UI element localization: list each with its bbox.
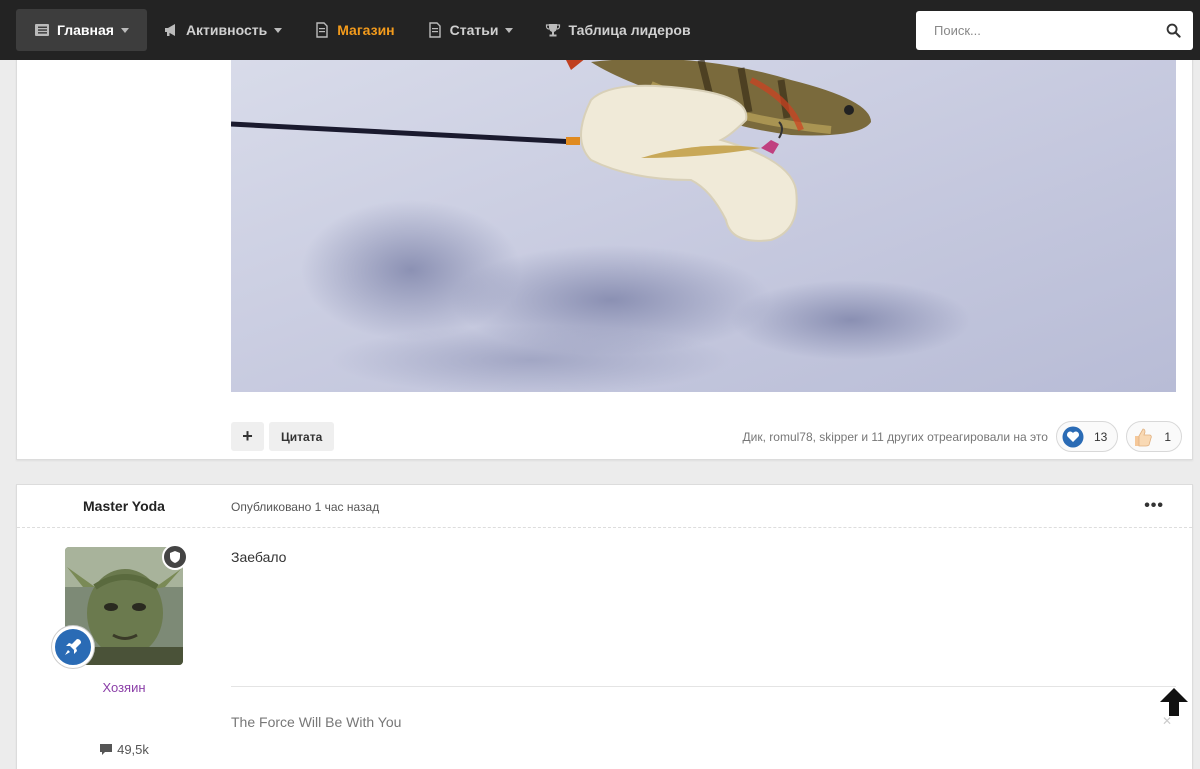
post-menu-button[interactable]: ••• (1144, 497, 1164, 515)
post-card: Master Yoda Опубликовано 1 час назад •••… (16, 484, 1193, 769)
scroll-to-top-arrow-icon[interactable] (1158, 686, 1190, 718)
heart-icon (1062, 426, 1084, 447)
multiquote-button[interactable]: + (231, 422, 264, 451)
chevron-down-icon (120, 27, 129, 33)
chevron-down-icon (274, 27, 283, 33)
comment-icon (100, 744, 113, 755)
reaction-thumbs-up[interactable]: 1 (1126, 421, 1182, 452)
nav-item-label: Магазин (337, 22, 395, 38)
trophy-icon (546, 24, 561, 37)
document-icon (316, 22, 328, 38)
reaction-count: 1 (1164, 429, 1171, 444)
rod-holder (580, 84, 798, 242)
post-date[interactable]: Опубликовано 1 час назад (231, 500, 379, 514)
nav-item-label: Активность (185, 22, 268, 38)
nav-item-leaderboard[interactable]: Таблица лидеров (529, 9, 706, 51)
main-nav: Главная Активность Магазин Статьи Таблиц… (16, 9, 707, 51)
nav-item-label: Главная (57, 22, 114, 38)
reaction-heart[interactable]: 13 (1055, 421, 1119, 452)
signature: The Force Will Be With You (231, 714, 402, 730)
search-icon[interactable] (1166, 23, 1181, 38)
nav-item-label: Статьи (449, 22, 499, 38)
nav-item-home[interactable]: Главная (16, 9, 147, 51)
author-name[interactable]: Master Yoda (17, 498, 231, 514)
nav-item-label: Таблица лидеров (568, 22, 691, 38)
nav-item-shop[interactable]: Магазин (298, 9, 410, 51)
reactions-bar: Дик, romul78, skipper и 11 других отреаг… (743, 421, 1182, 452)
search-input[interactable] (934, 11, 1154, 50)
post-content: Заебало (231, 549, 287, 565)
post-count-value: 49,5k (117, 742, 149, 757)
fishing-photo (231, 40, 1176, 392)
thumbs-up-icon (1135, 428, 1153, 446)
megaphone-icon (164, 24, 175, 36)
rank-rocket-icon (52, 626, 94, 668)
list-icon (35, 24, 49, 36)
signature-divider (231, 686, 1176, 687)
post-card: + Цитата Дик, romul78, skipper и 11 друг… (16, 40, 1193, 460)
post-image[interactable] (231, 40, 1176, 392)
reactions-summary[interactable]: Дик, romul78, skipper и 11 других отреаг… (743, 430, 1048, 444)
fish (561, 50, 871, 136)
post-count: 49,5k (17, 742, 231, 757)
moderator-shield-icon (162, 544, 188, 570)
search-box (916, 11, 1193, 50)
chevron-down-icon (505, 27, 514, 33)
quote-button[interactable]: Цитата (269, 422, 335, 451)
nav-item-activity[interactable]: Активность (147, 9, 298, 51)
nav-item-articles[interactable]: Статьи (411, 9, 530, 51)
user-group: Хозяин (102, 680, 146, 695)
top-navigation-bar: Главная Активность Магазин Статьи Таблиц… (0, 0, 1200, 60)
post-actions: + Цитата (231, 422, 335, 451)
post-header: Master Yoda Опубликовано 1 час назад ••• (17, 485, 1192, 528)
document-icon (428, 22, 441, 38)
reaction-count: 13 (1093, 429, 1108, 444)
